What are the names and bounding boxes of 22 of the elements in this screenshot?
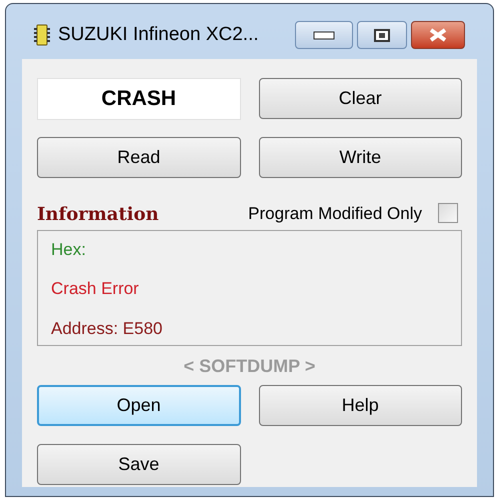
close-icon: [429, 28, 447, 42]
action-button[interactable]: Read: [37, 137, 240, 178]
maximize-button[interactable]: [357, 21, 407, 49]
section-label: Information: [37, 206, 159, 224]
info-line: Crash Error: [51, 278, 139, 300]
minimize-icon: [313, 30, 335, 40]
close-button[interactable]: [411, 21, 465, 49]
chip-icon: [34, 24, 50, 46]
info-line: Address: E580: [51, 318, 163, 340]
action-button[interactable]: Save: [37, 444, 240, 485]
maximize-icon: [374, 28, 390, 42]
action-button[interactable]: Write: [258, 137, 462, 178]
action-button[interactable]: Open: [37, 385, 240, 426]
checkbox[interactable]: [438, 203, 458, 223]
status-display: CRASH: [37, 78, 240, 120]
brand-label: < SOFTDUMP >: [184, 356, 316, 376]
window-title: SUZUKI Infineon XC2...: [58, 22, 259, 47]
checkbox-label: Program Modified Only: [248, 205, 422, 222]
action-button[interactable]: Help: [258, 385, 462, 426]
minimize-button[interactable]: [295, 21, 353, 49]
info-line: Hex:: [51, 239, 86, 261]
action-button[interactable]: Clear: [258, 78, 462, 119]
